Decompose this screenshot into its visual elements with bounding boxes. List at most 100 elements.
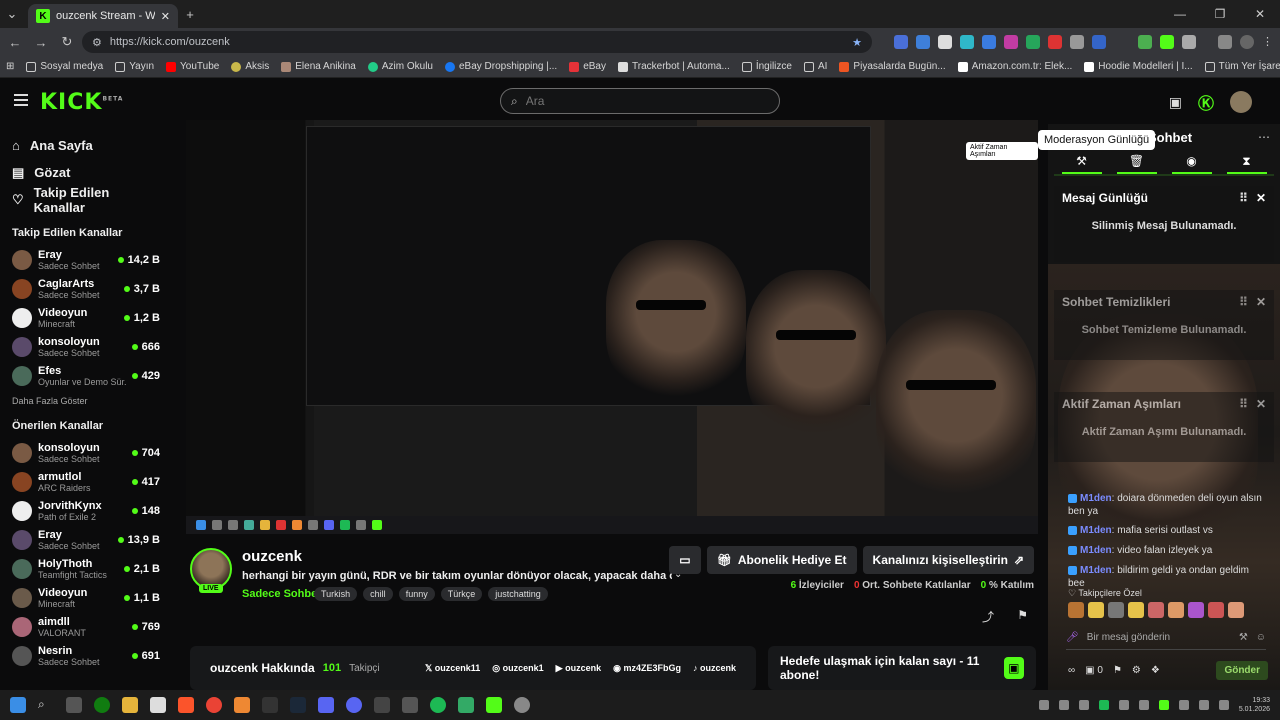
emoji-icon[interactable]: ☺ xyxy=(1256,632,1266,643)
start-icon[interactable] xyxy=(10,697,26,713)
epic-games-icon[interactable] xyxy=(262,697,278,713)
channel-item[interactable]: Eray Sadece Sohbet 13,9 B xyxy=(12,525,160,554)
kick-logo[interactable]: KICKBETA xyxy=(40,90,123,115)
tray-icon[interactable] xyxy=(1038,700,1049,710)
extension-icon[interactable] xyxy=(1160,35,1174,49)
app-icon[interactable] xyxy=(486,697,502,713)
extension-icon[interactable] xyxy=(1138,35,1152,49)
more-options-icon[interactable]: ⋯ xyxy=(1258,130,1270,144)
bookmark-item[interactable]: Yayın xyxy=(115,61,154,72)
extension-icon[interactable] xyxy=(1026,35,1040,49)
nav-following[interactable]: ♡ Takip Edilen Kanallar xyxy=(12,185,160,215)
search-box[interactable]: ⌕ xyxy=(500,88,780,114)
channel-item[interactable]: Efes Oyunlar ve Demo Sür... 429 xyxy=(12,361,160,390)
nav-browse[interactable]: ▤ Gözat xyxy=(12,159,160,186)
tab-search-icon[interactable] xyxy=(1218,35,1232,49)
channel-item[interactable]: Videoyun Minecraft 1,1 B xyxy=(12,583,160,612)
channel-item[interactable]: JorvithKynx Path of Exile 2 148 xyxy=(12,496,160,525)
emote[interactable] xyxy=(1088,602,1104,618)
mod-tools-icon[interactable]: ❖ xyxy=(1151,665,1160,676)
close-tab-icon[interactable]: ✕ xyxy=(161,10,170,23)
extension-icon[interactable] xyxy=(1070,35,1084,49)
bookmark-item[interactable]: Amazon.com.tr: Elek... xyxy=(957,61,1072,72)
extension-icon[interactable] xyxy=(982,35,996,49)
spotify-icon[interactable] xyxy=(430,697,446,713)
search-input[interactable] xyxy=(525,94,746,108)
app-icon[interactable] xyxy=(66,697,82,713)
discord-link[interactable]: ◉ mz4ZE3FbGg xyxy=(613,663,681,674)
channel-item[interactable]: aimdll VALORANT 769 xyxy=(12,612,160,641)
volume-icon[interactable] xyxy=(1218,700,1229,710)
drag-handle-icon[interactable]: ⠿ xyxy=(1239,397,1248,411)
browser-menu-icon[interactable]: ⋮ xyxy=(1262,35,1276,49)
bookmark-item[interactable]: İngilizce xyxy=(741,61,792,72)
tag[interactable]: funny xyxy=(398,587,435,601)
creator-dashboard-icon[interactable]: ▣ xyxy=(1169,94,1182,111)
wifi-icon[interactable] xyxy=(1198,700,1209,710)
tag[interactable]: chill xyxy=(363,587,393,601)
tray-icon[interactable] xyxy=(1098,700,1109,710)
extension-icon[interactable] xyxy=(1004,35,1018,49)
youtube-link[interactable]: ▶ ouzcenk xyxy=(556,663,601,674)
drag-handle-icon[interactable]: ⠿ xyxy=(1239,191,1248,205)
emote[interactable] xyxy=(1188,602,1204,618)
command-icon[interactable]: ⚒ xyxy=(1239,632,1248,643)
xbox-icon[interactable] xyxy=(94,697,110,713)
channel-item[interactable]: HolyThoth Teamfight Tactics 2,1 B xyxy=(12,554,160,583)
close-icon[interactable]: ✕ xyxy=(1256,191,1266,205)
tray-icon[interactable] xyxy=(1138,700,1149,710)
send-button[interactable]: Gönder xyxy=(1216,660,1268,680)
new-tab-icon[interactable]: + xyxy=(178,2,202,26)
app-icon[interactable] xyxy=(318,697,334,713)
report-icon[interactable]: ⚑ xyxy=(1017,608,1028,622)
bookmark-star-icon[interactable]: ★ xyxy=(852,36,862,49)
gift-icon[interactable]: ▣ xyxy=(1003,657,1024,679)
gift-sub-button[interactable]: 🎁︎ Abonelik Hediye Et xyxy=(706,546,857,574)
hourglass-icon[interactable]: ⧗ xyxy=(1226,154,1267,174)
extension-icon[interactable] xyxy=(960,35,974,49)
emote[interactable] xyxy=(1108,602,1124,618)
channel-item[interactable]: Nesrin Sadece Sohbet 691 xyxy=(12,641,160,670)
kick-points-icon[interactable]: Ⓚ xyxy=(1198,90,1214,114)
channel-item[interactable]: Videoyun Minecraft 1,2 B xyxy=(12,303,160,332)
customize-channel-button[interactable]: Kanalınızı kişiselleştirin ⇗ xyxy=(862,546,1034,574)
bookmark-item[interactable]: eBay Dropshipping |... xyxy=(444,61,557,72)
steam-icon[interactable] xyxy=(290,697,306,713)
extension-icon[interactable] xyxy=(916,35,930,49)
close-icon[interactable]: ✕ xyxy=(1256,295,1266,309)
minimize-icon[interactable]: — xyxy=(1160,0,1200,28)
points-icon[interactable]: ∞ xyxy=(1068,665,1075,676)
close-window-icon[interactable]: ✕ xyxy=(1240,0,1280,28)
bookmark-item[interactable]: Elena Anikina xyxy=(281,61,356,72)
emote[interactable] xyxy=(1228,602,1244,618)
profile-icon[interactable] xyxy=(1240,35,1254,49)
clip-button[interactable]: ▭ xyxy=(669,546,701,574)
tag[interactable]: justchatting xyxy=(488,587,548,601)
back-icon[interactable]: ← xyxy=(4,30,26,54)
menu-icon[interactable] xyxy=(14,94,28,106)
search-icon[interactable]: ⌕ xyxy=(38,697,54,713)
tiktok-link[interactable]: ♪ ouzcenk xyxy=(693,663,736,674)
emote[interactable] xyxy=(1168,602,1184,618)
video-player[interactable]: Aktif Zaman Aşımları xyxy=(186,120,1038,534)
file-explorer-icon[interactable] xyxy=(122,697,138,713)
hammer-icon[interactable]: ⚒ xyxy=(1061,154,1102,174)
tray-icon[interactable] xyxy=(1058,700,1069,710)
browser-tab[interactable]: K ouzcenk Stream - Watch Live o ✕ xyxy=(28,4,178,28)
site-info-icon[interactable]: ⚙ xyxy=(92,36,102,49)
tray-icon[interactable] xyxy=(1118,700,1129,710)
extension-icon[interactable] xyxy=(1048,35,1062,49)
settings-icon[interactable]: ⚙ xyxy=(1132,665,1141,676)
emote[interactable] xyxy=(1128,602,1144,618)
channel-item[interactable]: Eray Sadece Sohbet 14,2 B xyxy=(12,245,160,274)
chrome-icon[interactable] xyxy=(206,697,222,713)
tag[interactable]: Turkish xyxy=(314,587,358,601)
brave-icon[interactable] xyxy=(178,697,194,713)
user-avatar[interactable] xyxy=(1230,91,1252,113)
hype-icon[interactable]: ⚑ xyxy=(1113,665,1122,676)
extension-icon[interactable] xyxy=(1092,35,1106,49)
clock[interactable]: 19:33 5.01.2026 xyxy=(1239,696,1270,714)
bookmark-item[interactable]: YouTube xyxy=(166,61,219,72)
store-icon[interactable] xyxy=(150,697,166,713)
nav-home[interactable]: ⌂ Ana Sayfa xyxy=(12,132,160,159)
